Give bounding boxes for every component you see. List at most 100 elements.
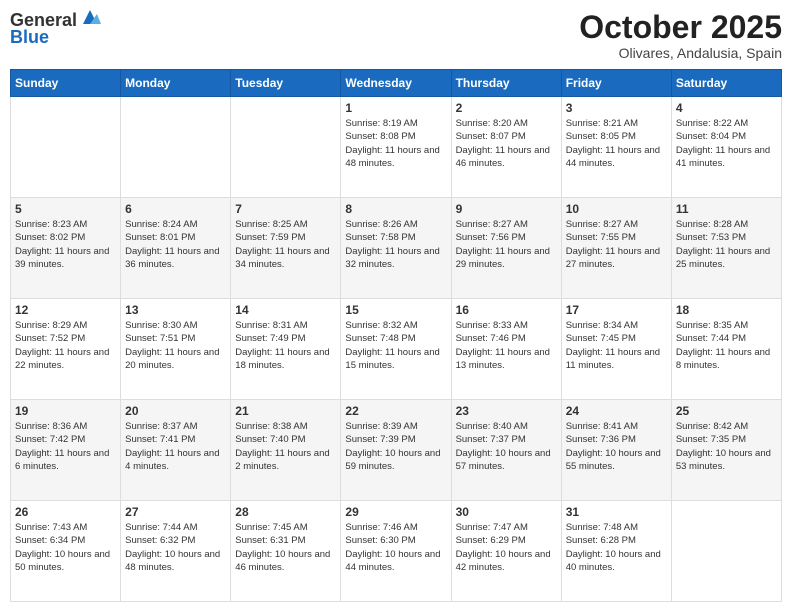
day-info: Sunrise: 8:30 AMSunset: 7:51 PMDaylight:… (125, 319, 226, 372)
day-info-line: Sunset: 7:53 PM (676, 231, 777, 244)
day-info-line: Daylight: 11 hours and 15 minutes. (345, 346, 446, 373)
day-info-line: Sunrise: 8:41 AM (566, 420, 667, 433)
day-number: 12 (15, 303, 116, 317)
day-info-line: Daylight: 11 hours and 29 minutes. (456, 245, 557, 272)
table-row: 8Sunrise: 8:26 AMSunset: 7:58 PMDaylight… (341, 198, 451, 299)
col-monday: Monday (121, 70, 231, 97)
table-row: 5Sunrise: 8:23 AMSunset: 8:02 PMDaylight… (11, 198, 121, 299)
day-number: 19 (15, 404, 116, 418)
day-number: 17 (566, 303, 667, 317)
day-info-line: Daylight: 11 hours and 27 minutes. (566, 245, 667, 272)
day-info: Sunrise: 8:21 AMSunset: 8:05 PMDaylight:… (566, 117, 667, 170)
day-info-line: Sunset: 7:44 PM (676, 332, 777, 345)
table-row: 21Sunrise: 8:38 AMSunset: 7:40 PMDayligh… (231, 400, 341, 501)
day-info-line: Sunrise: 8:34 AM (566, 319, 667, 332)
day-info-line: Sunrise: 8:30 AM (125, 319, 226, 332)
day-number: 22 (345, 404, 446, 418)
table-row: 31Sunrise: 7:48 AMSunset: 6:28 PMDayligh… (561, 501, 671, 602)
table-row: 11Sunrise: 8:28 AMSunset: 7:53 PMDayligh… (671, 198, 781, 299)
day-info: Sunrise: 8:39 AMSunset: 7:39 PMDaylight:… (345, 420, 446, 473)
day-info: Sunrise: 8:27 AMSunset: 7:56 PMDaylight:… (456, 218, 557, 271)
day-info: Sunrise: 8:34 AMSunset: 7:45 PMDaylight:… (566, 319, 667, 372)
day-info-line: Sunset: 7:59 PM (235, 231, 336, 244)
table-row: 17 Sunrise: 8:34 AMSunset: 7:45 PMDayligh… (561, 299, 671, 400)
table-row: 13 Sunrise: 8:30 AMSunset: 7:51 PMDayligh… (121, 299, 231, 400)
day-number: 14 (235, 303, 336, 317)
day-info-line: Daylight: 11 hours and 44 minutes. (566, 144, 667, 171)
day-number: 10 (566, 202, 667, 216)
day-info-line: Sunset: 8:04 PM (676, 130, 777, 143)
day-info: Sunrise: 8:32 AMSunset: 7:48 PMDaylight:… (345, 319, 446, 372)
day-info-line: Daylight: 10 hours and 40 minutes. (566, 548, 667, 575)
day-info: Sunrise: 7:48 AMSunset: 6:28 PMDaylight:… (566, 521, 667, 574)
table-row: 26Sunrise: 7:43 AMSunset: 6:34 PMDayligh… (11, 501, 121, 602)
table-row: 3 Sunrise: 8:21 AMSunset: 8:05 PMDaylight… (561, 97, 671, 198)
table-row: 16Sunrise: 8:33 AMSunset: 7:46 PMDayligh… (451, 299, 561, 400)
day-info: Sunrise: 8:27 AMSunset: 7:55 PMDaylight:… (566, 218, 667, 271)
table-row (11, 97, 121, 198)
day-info: Sunrise: 8:19 AMSunset: 8:08 PMDaylight:… (345, 117, 446, 170)
calendar-header-row: Sunday Monday Tuesday Wednesday Thursday… (11, 70, 782, 97)
day-info-line: Daylight: 11 hours and 13 minutes. (456, 346, 557, 373)
day-info-line: Sunrise: 8:28 AM (676, 218, 777, 231)
day-number: 23 (456, 404, 557, 418)
day-info-line: Daylight: 11 hours and 34 minutes. (235, 245, 336, 272)
day-info-line: Sunrise: 8:26 AM (345, 218, 446, 231)
day-info: Sunrise: 8:26 AMSunset: 7:58 PMDaylight:… (345, 218, 446, 271)
day-info-line: Sunset: 7:55 PM (566, 231, 667, 244)
day-info-line: Daylight: 11 hours and 11 minutes. (566, 346, 667, 373)
day-info-line: Sunrise: 8:25 AM (235, 218, 336, 231)
day-info-line: Daylight: 11 hours and 6 minutes. (15, 447, 116, 474)
day-number: 11 (676, 202, 777, 216)
table-row: 15Sunrise: 8:32 AMSunset: 7:48 PMDayligh… (341, 299, 451, 400)
table-row: 22 Sunrise: 8:39 AMSunset: 7:39 PMDayligh… (341, 400, 451, 501)
day-number: 24 (566, 404, 667, 418)
day-info-line: Sunset: 8:05 PM (566, 130, 667, 143)
day-number: 30 (456, 505, 557, 519)
day-info-line: Daylight: 10 hours and 55 minutes. (566, 447, 667, 474)
day-info-line: Sunset: 7:40 PM (235, 433, 336, 446)
day-info-line: Sunset: 7:42 PM (15, 433, 116, 446)
day-info-line: Daylight: 10 hours and 53 minutes. (676, 447, 777, 474)
col-tuesday: Tuesday (231, 70, 341, 97)
day-info-line: Sunset: 7:36 PM (566, 433, 667, 446)
calendar-week-row: 19Sunrise: 8:36 AMSunset: 7:42 PMDayligh… (11, 400, 782, 501)
col-sunday: Sunday (11, 70, 121, 97)
day-number: 13 (125, 303, 226, 317)
day-info-line: Daylight: 11 hours and 48 minutes. (345, 144, 446, 171)
day-info-line: Sunset: 7:56 PM (456, 231, 557, 244)
logo-icon (79, 6, 101, 28)
day-number: 20 (125, 404, 226, 418)
day-info-line: Sunrise: 8:37 AM (125, 420, 226, 433)
day-info-line: Daylight: 11 hours and 8 minutes. (676, 346, 777, 373)
table-row (671, 501, 781, 602)
day-info-line: Sunrise: 8:24 AM (125, 218, 226, 231)
day-number: 26 (15, 505, 116, 519)
day-number: 3 (566, 101, 667, 115)
day-number: 2 (456, 101, 557, 115)
day-info-line: Daylight: 11 hours and 2 minutes. (235, 447, 336, 474)
table-row: 23Sunrise: 8:40 AMSunset: 7:37 PMDayligh… (451, 400, 561, 501)
day-info-line: Sunrise: 8:35 AM (676, 319, 777, 332)
day-info-line: Sunset: 7:45 PM (566, 332, 667, 345)
day-info: Sunrise: 8:29 AMSunset: 7:52 PMDaylight:… (15, 319, 116, 372)
day-info: Sunrise: 8:23 AMSunset: 8:02 PMDaylight:… (15, 218, 116, 271)
table-row: 10 Sunrise: 8:27 AMSunset: 7:55 PMDayligh… (561, 198, 671, 299)
table-row: 7 Sunrise: 8:25 AMSunset: 7:59 PMDaylight… (231, 198, 341, 299)
calendar-week-row: 1Sunrise: 8:19 AMSunset: 8:08 PMDaylight… (11, 97, 782, 198)
table-row: 24 Sunrise: 8:41 AMSunset: 7:36 PMDayligh… (561, 400, 671, 501)
month-title: October 2025 (579, 10, 782, 45)
day-info-line: Sunrise: 8:20 AM (456, 117, 557, 130)
table-row: 1Sunrise: 8:19 AMSunset: 8:08 PMDaylight… (341, 97, 451, 198)
day-number: 7 (235, 202, 336, 216)
day-info-line: Sunrise: 7:46 AM (345, 521, 446, 534)
page: General Blue October 2025 Olivares, Anda… (0, 0, 792, 612)
day-info-line: Daylight: 11 hours and 18 minutes. (235, 346, 336, 373)
day-info-line: Sunset: 6:30 PM (345, 534, 446, 547)
table-row: 14Sunrise: 8:31 AMSunset: 7:49 PMDayligh… (231, 299, 341, 400)
day-number: 6 (125, 202, 226, 216)
col-friday: Friday (561, 70, 671, 97)
day-info-line: Sunset: 7:48 PM (345, 332, 446, 345)
day-info-line: Sunrise: 8:27 AM (566, 218, 667, 231)
day-info-line: Sunrise: 8:38 AM (235, 420, 336, 433)
